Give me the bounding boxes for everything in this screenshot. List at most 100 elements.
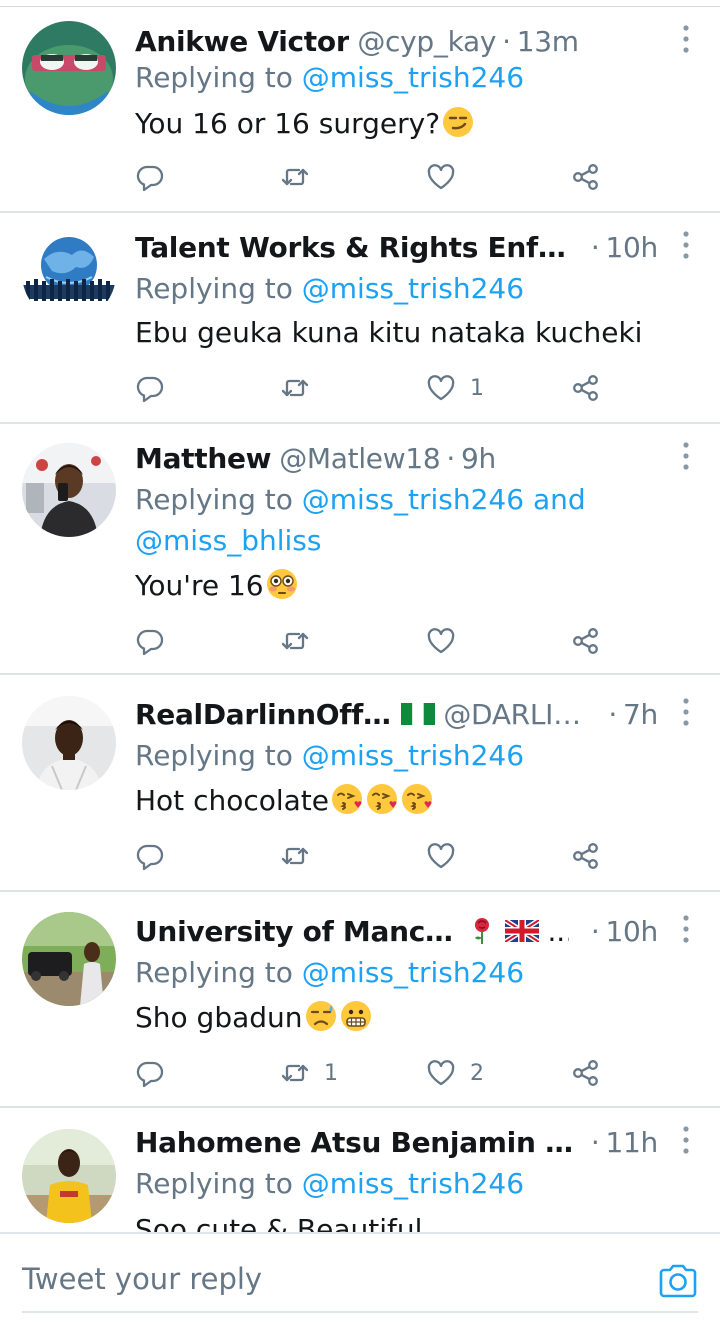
- retweet-icon: [280, 626, 310, 656]
- author-name[interactable]: Anikwe Victor: [135, 25, 349, 58]
- mention-link[interactable]: @miss_trish246: [302, 272, 524, 305]
- reply-icon: [135, 373, 165, 403]
- separator-dot: ·: [608, 697, 618, 731]
- mention-link[interactable]: @miss_trish246: [302, 1167, 524, 1200]
- retweet-button[interactable]: [280, 368, 324, 408]
- reply-button[interactable]: [135, 368, 165, 408]
- more-vertical-icon[interactable]: [676, 436, 696, 476]
- tweet-item[interactable]: Anikwe Victor @cyp_kay · 13m Replying to…: [0, 7, 720, 213]
- mention-link[interactable]: @miss_bhliss: [135, 524, 321, 557]
- tweet-text: Ebu geuka kuna kitu nataka kucheki: [135, 311, 690, 355]
- retweet-button[interactable]: 1: [280, 1053, 338, 1093]
- share-button[interactable]: [571, 157, 601, 197]
- share-button[interactable]: [571, 1053, 601, 1093]
- more-vertical-icon[interactable]: [676, 909, 696, 949]
- replying-to-label: Replying to: [135, 61, 302, 94]
- author-name[interactable]: Matthew: [135, 442, 271, 475]
- more-vertical-icon[interactable]: [676, 692, 696, 732]
- tweet-item[interactable]: Talent Works & Rights Enforcem... · 10h …: [0, 213, 720, 424]
- tweet-text-content: Soo cute & Beautiful: [135, 1213, 423, 1232]
- like-button[interactable]: [426, 157, 470, 197]
- mention-link[interactable]: @miss_trish246 and: [302, 483, 586, 516]
- heart-icon: [426, 162, 456, 192]
- reply-button[interactable]: [135, 1053, 165, 1093]
- like-button[interactable]: [426, 836, 470, 876]
- share-button[interactable]: [571, 368, 601, 408]
- replying-to-label: Replying to: [135, 1167, 302, 1200]
- like-button[interactable]: [426, 621, 470, 661]
- timestamp: 7h: [623, 697, 658, 731]
- reply-button[interactable]: [135, 157, 165, 197]
- more-vertical-icon[interactable]: [676, 225, 696, 265]
- separator-dot: ·: [590, 1125, 600, 1159]
- replying-to-label: Replying to: [135, 956, 302, 989]
- tweet-text: Soo cute & Beautiful: [135, 1208, 690, 1232]
- reply-button[interactable]: [135, 836, 165, 876]
- kissing-heart-emoji: [365, 782, 399, 816]
- avatar[interactable]: [22, 443, 116, 537]
- separator-dot: ·: [590, 914, 600, 948]
- retweet-button[interactable]: [280, 621, 324, 661]
- reply-icon: [135, 626, 165, 656]
- more-vertical-icon[interactable]: [676, 1120, 696, 1160]
- timestamp: 11h: [605, 1125, 658, 1159]
- like-button[interactable]: 1: [426, 368, 484, 408]
- author-name[interactable]: Hahomene Atsu Benjamin Faith...: [135, 1126, 579, 1159]
- reply-icon: [135, 162, 165, 192]
- sad-sweat-emoji: [304, 999, 338, 1033]
- input-underline: [22, 1311, 698, 1313]
- avatar[interactable]: [22, 912, 116, 1006]
- camera-icon[interactable]: [657, 1260, 699, 1302]
- replies-feed[interactable]: Anikwe Victor @cyp_kay · 13m Replying to…: [0, 0, 720, 1232]
- avatar[interactable]: [22, 696, 116, 790]
- author-name[interactable]: University of Manchester: [135, 915, 459, 948]
- mention-link[interactable]: @miss_trish246: [302, 61, 524, 94]
- replying-to: Replying to @miss_trish246: [135, 1163, 690, 1204]
- tweet-item[interactable]: University of Manchester ... · 10h Reply…: [0, 892, 720, 1108]
- tweet-item[interactable]: RealDarlinnOfficial @DARLINT... · 7h Rep…: [0, 675, 720, 892]
- tweet-header: Matthew @Matlew18 · 9h: [135, 436, 658, 480]
- author-handle[interactable]: @DARLINT...: [443, 698, 596, 731]
- retweet-count: 1: [324, 1060, 338, 1086]
- author-handle[interactable]: @cyp_kay: [357, 25, 496, 58]
- retweet-icon: [280, 841, 310, 871]
- tweet-item[interactable]: Hahomene Atsu Benjamin Faith... · 11h Re…: [0, 1108, 720, 1232]
- tweet-text-content: Ebu geuka kuna kitu nataka kucheki: [135, 316, 643, 349]
- reply-button[interactable]: [135, 621, 165, 661]
- share-button[interactable]: [571, 621, 601, 661]
- kissing-heart-emoji: [330, 782, 364, 816]
- retweet-icon: [280, 373, 310, 403]
- separator-dot: ·: [590, 230, 600, 264]
- tweet-actions: [0, 836, 720, 876]
- tweet-header: Talent Works & Rights Enforcem... · 10h: [135, 225, 658, 269]
- name-ellipsis: ...: [547, 914, 568, 948]
- tweet-item[interactable]: Matthew @Matlew18 · 9h Replying to @miss…: [0, 424, 720, 675]
- timestamp: 13m: [516, 24, 579, 58]
- like-button[interactable]: 2: [426, 1053, 484, 1093]
- avatar[interactable]: [22, 227, 116, 321]
- heart-icon: [426, 373, 456, 403]
- share-button[interactable]: [571, 836, 601, 876]
- replying-to-label: Replying to: [135, 483, 302, 516]
- retweet-icon: [280, 162, 310, 192]
- tweet-header: Hahomene Atsu Benjamin Faith... · 11h: [135, 1120, 658, 1164]
- replying-to: Replying to @miss_trish246: [135, 57, 690, 98]
- author-name[interactable]: Talent Works & Rights Enforcem...: [135, 231, 579, 264]
- smirk-emoji: [441, 105, 475, 139]
- tweet-text: Hot chocolate: [135, 779, 690, 823]
- more-vertical-icon[interactable]: [676, 19, 696, 59]
- author-handle[interactable]: @Matlew18: [279, 442, 440, 475]
- mention-link[interactable]: @miss_trish246: [302, 739, 524, 772]
- avatar[interactable]: [22, 1129, 116, 1223]
- retweet-button[interactable]: [280, 836, 324, 876]
- tweet-header: RealDarlinnOfficial @DARLINT... · 7h: [135, 692, 658, 736]
- author-name[interactable]: RealDarlinnOfficial: [135, 698, 397, 731]
- reply-input[interactable]: Tweet your reply: [22, 1262, 262, 1296]
- reply-icon: [135, 1058, 165, 1088]
- avatar[interactable]: [22, 21, 116, 115]
- timestamp: 9h: [460, 441, 496, 475]
- like-count: 2: [470, 1060, 484, 1086]
- heart-icon: [426, 841, 456, 871]
- retweet-button[interactable]: [280, 157, 324, 197]
- mention-link[interactable]: @miss_trish246: [302, 956, 524, 989]
